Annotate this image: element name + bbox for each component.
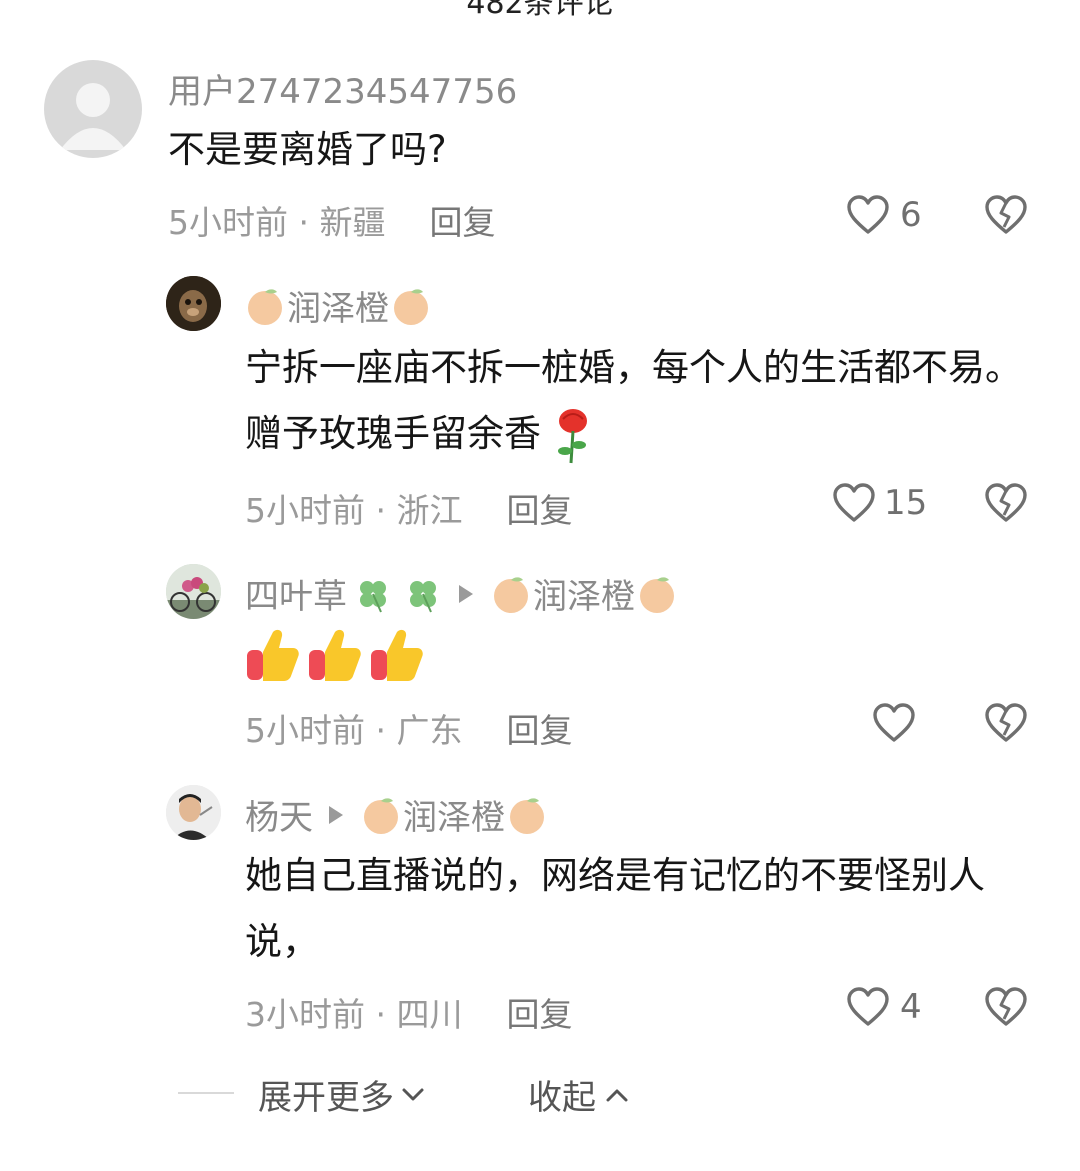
thumbs-up-emoji-icon — [309, 629, 361, 681]
broken-heart-icon — [985, 703, 1027, 742]
comment-location: 四川 — [396, 995, 463, 1034]
comment-username[interactable]: 杨天 润泽橙 — [245, 790, 547, 839]
like-count: 15 — [884, 483, 928, 523]
comment-username[interactable]: 四叶草 润泽橙 — [245, 569, 677, 618]
dislike-button[interactable] — [984, 986, 1028, 1032]
dislike-button[interactable] — [984, 482, 1028, 528]
comment-text: 不是要离婚了吗? — [168, 128, 447, 171]
dislike-button[interactable] — [984, 194, 1028, 240]
comment-location: 广东 — [396, 711, 463, 750]
reply-button[interactable]: 回复 — [429, 203, 495, 242]
comment-meta: 5小时前 · 浙江 回复 — [245, 484, 572, 532]
expand-more-button[interactable]: 展开更多 — [258, 1070, 428, 1119]
reply-arrow-icon — [459, 584, 473, 603]
orange-emoji-icon — [248, 288, 282, 325]
comment-time: 3小时前 — [245, 995, 365, 1034]
thumbs-up-emoji-icon — [247, 629, 299, 681]
avatar[interactable] — [166, 276, 221, 331]
meta-separator: · — [365, 995, 397, 1034]
like-button[interactable]: 15 — [832, 482, 927, 524]
comment-location: 浙江 — [396, 491, 463, 530]
like-count: 4 — [900, 987, 922, 1027]
orange-emoji-icon — [394, 288, 428, 325]
like-button[interactable] — [872, 702, 916, 744]
broken-heart-icon — [985, 987, 1027, 1026]
reply-to-username[interactable]: 润泽橙 — [533, 569, 635, 618]
dislike-button[interactable] — [984, 702, 1028, 748]
avatar[interactable] — [44, 60, 142, 158]
reply-to-username[interactable]: 润泽橙 — [403, 790, 505, 839]
avatar[interactable] — [166, 785, 221, 840]
heart-icon — [847, 195, 889, 234]
orange-emoji-icon — [364, 797, 398, 834]
comment-time: 5小时前 — [168, 203, 288, 242]
comment-username[interactable]: 润泽橙 — [245, 281, 431, 330]
reply-button[interactable]: 回复 — [506, 491, 572, 530]
meta-separator: · — [365, 491, 397, 530]
meta-separator: · — [365, 711, 397, 750]
four-leaf-clover-icon — [410, 580, 436, 612]
comment-time: 5小时前 — [245, 711, 365, 750]
like-button[interactable]: 6 — [846, 194, 922, 236]
divider — [178, 1092, 234, 1094]
replies-footer: 展开更多 收起 — [0, 1066, 1080, 1120]
orange-emoji-icon — [494, 576, 528, 613]
orange-emoji-icon — [510, 797, 544, 834]
comment-meta: 5小时前 · 广东 回复 — [245, 704, 572, 752]
comment-meta: 5小时前 · 新疆 回复 — [168, 196, 495, 244]
four-leaf-clover-icon — [360, 580, 386, 612]
reply-arrow-icon — [329, 805, 343, 824]
heart-icon — [833, 483, 875, 522]
comment-time: 5小时前 — [245, 491, 365, 530]
heart-icon — [847, 987, 889, 1026]
orange-emoji-icon — [640, 576, 674, 613]
collapse-button[interactable]: 收起 — [528, 1070, 632, 1119]
comment-text: 她自己直播说的，网络是有记忆的不要怪别人说， — [245, 854, 985, 963]
chevron-down-icon — [402, 1088, 424, 1100]
comment-count-header: 482条评论 — [466, 0, 614, 21]
reply-button[interactable]: 回复 — [506, 995, 572, 1034]
thumbs-up-emoji-icon — [371, 629, 423, 681]
comment-text: 宁拆一座庙不拆一桩婚，每个人的生活都不易。赠予玫瑰手留余香 — [245, 335, 1035, 467]
chevron-up-icon — [606, 1089, 628, 1101]
rose-emoji-icon — [557, 408, 587, 463]
broken-heart-icon — [985, 483, 1027, 522]
meta-separator: · — [288, 203, 320, 242]
reply-button[interactable]: 回复 — [506, 711, 572, 750]
avatar[interactable] — [166, 564, 221, 619]
comment-emoji-row — [245, 626, 425, 684]
like-button[interactable]: 4 — [846, 986, 922, 1028]
like-count: 6 — [900, 195, 922, 235]
heart-icon — [873, 703, 915, 742]
comment-username[interactable]: 用户2747234547756 — [168, 64, 517, 113]
comment-location: 新疆 — [319, 203, 386, 242]
comment-meta: 3小时前 · 四川 回复 — [245, 988, 572, 1036]
broken-heart-icon — [985, 195, 1027, 234]
